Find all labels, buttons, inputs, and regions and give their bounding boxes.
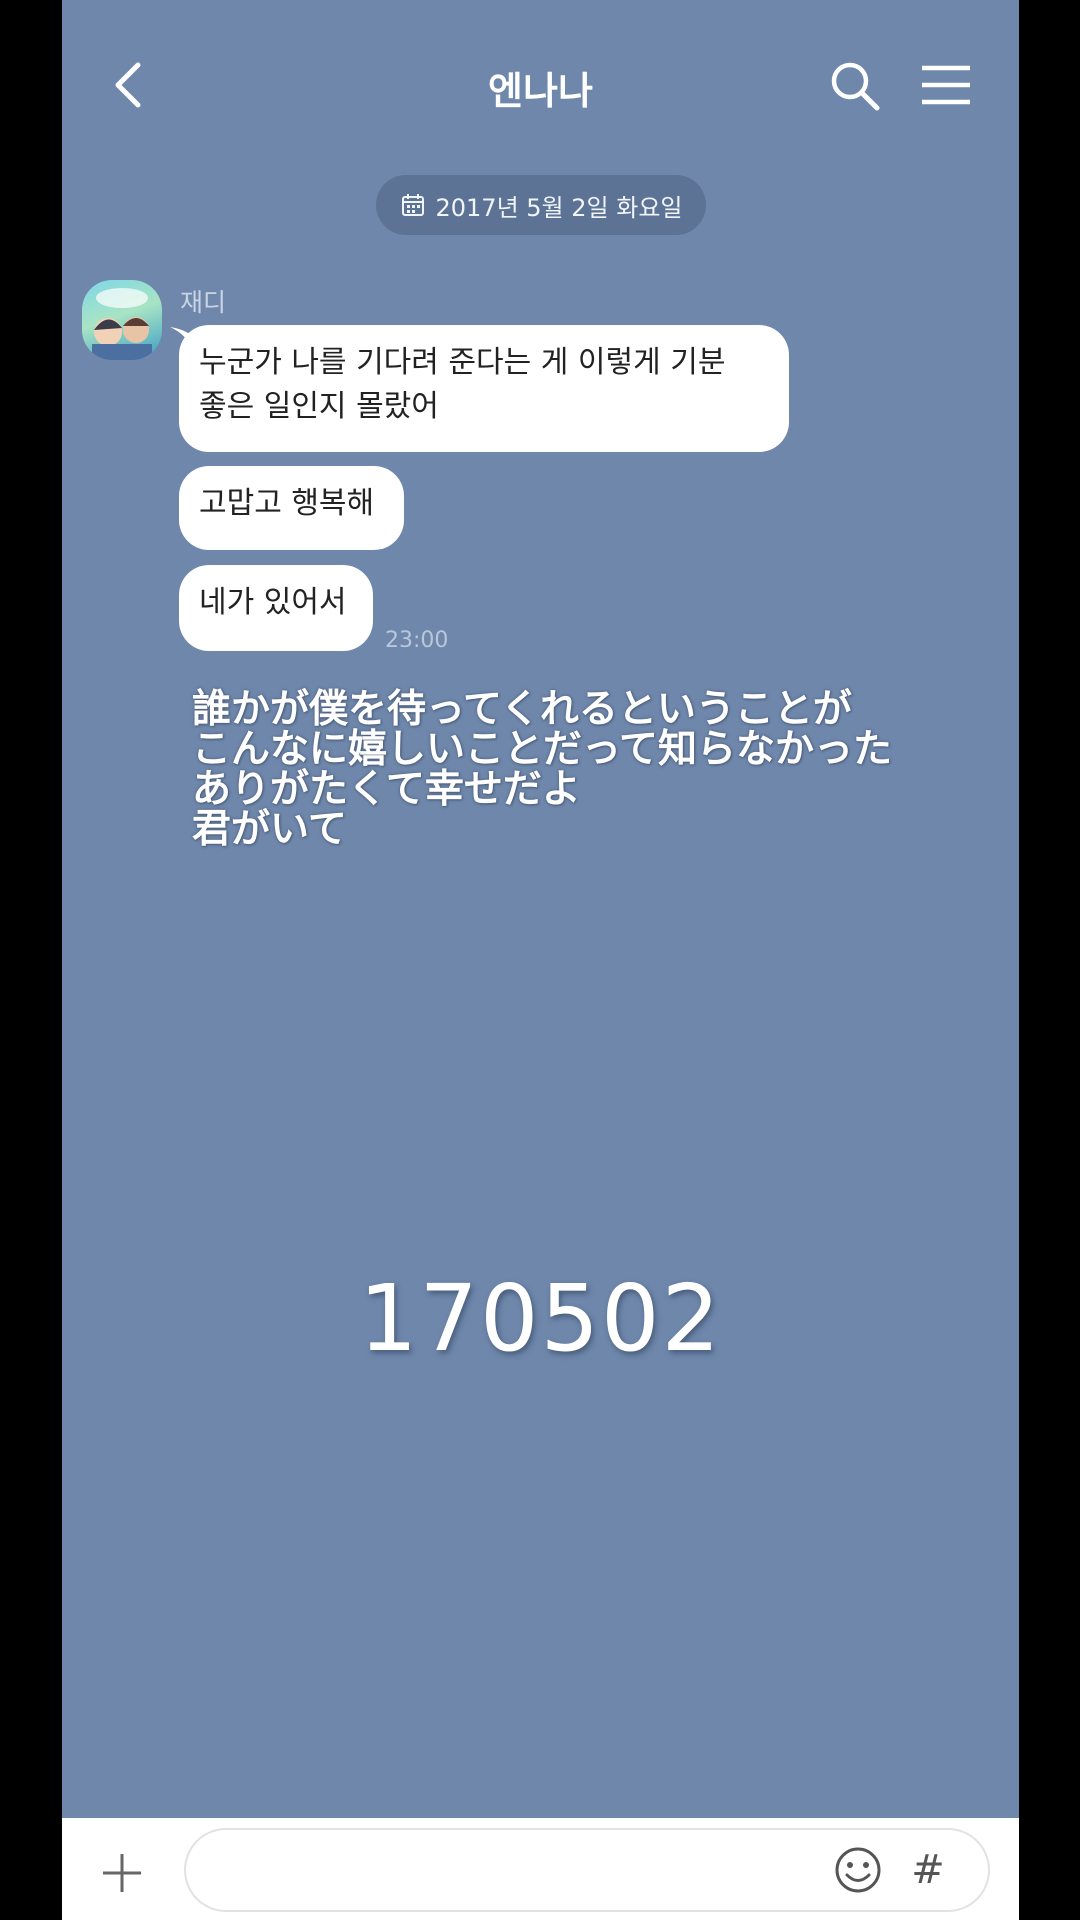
caption-line: 誰かが僕を待ってくれるということが xyxy=(192,687,852,732)
message-line: 고맙고 행복해 xyxy=(199,486,375,521)
caption-line: こんなに嬉しいことだって知らなかった xyxy=(192,727,893,772)
message-line: 좋은 일인지 몰랐어 xyxy=(199,389,439,424)
attach-button[interactable] xyxy=(97,1848,147,1898)
menu-icon xyxy=(922,65,970,105)
sender-avatar[interactable] xyxy=(82,280,162,360)
menu-button[interactable] xyxy=(918,60,974,110)
emoji-icon xyxy=(835,1847,881,1893)
avatar-image xyxy=(92,288,152,360)
date-divider: 2017년 5월 2일 화요일 xyxy=(376,175,706,235)
chat-screen: 엔나나 2017년 5월 2일 화요일 재디 누군가 나를 기다려 준다는 게 … xyxy=(62,0,1019,1920)
sender-name: 재디 xyxy=(180,288,227,317)
emoji-button[interactable] xyxy=(831,1843,885,1897)
input-bar: # xyxy=(62,1818,1019,1920)
message-line: 네가 있어서 xyxy=(199,585,347,620)
message-time: 23:00 xyxy=(385,628,449,653)
chat-header: 엔나나 xyxy=(62,0,1019,170)
search-button[interactable] xyxy=(827,58,883,114)
hashtag-button[interactable]: # xyxy=(908,1840,948,1900)
message-bubble[interactable]: 네가 있어서 xyxy=(179,565,373,651)
message-bubble[interactable]: 고맙고 행복해 xyxy=(179,466,404,550)
message-line: 누군가 나를 기다려 준다는 게 이렇게 기분 xyxy=(199,345,726,380)
caption-line: 君がいて xyxy=(192,807,347,852)
search-icon xyxy=(831,62,880,111)
date-divider-text: 2017년 5월 2일 화요일 xyxy=(435,193,683,222)
caption-line: ありがたくて幸せだよ xyxy=(192,767,581,812)
overlay-date: 170502 xyxy=(358,1265,723,1372)
overlay-caption: 誰かが僕を待ってくれるということが こんなに嬉しいことだって知らなかった ありが… xyxy=(192,690,892,850)
message-bubble[interactable]: 누군가 나를 기다려 준다는 게 이렇게 기분 좋은 일인지 몰랐어 xyxy=(179,325,789,452)
calendar-icon xyxy=(401,194,424,216)
plus-icon xyxy=(103,1854,141,1892)
